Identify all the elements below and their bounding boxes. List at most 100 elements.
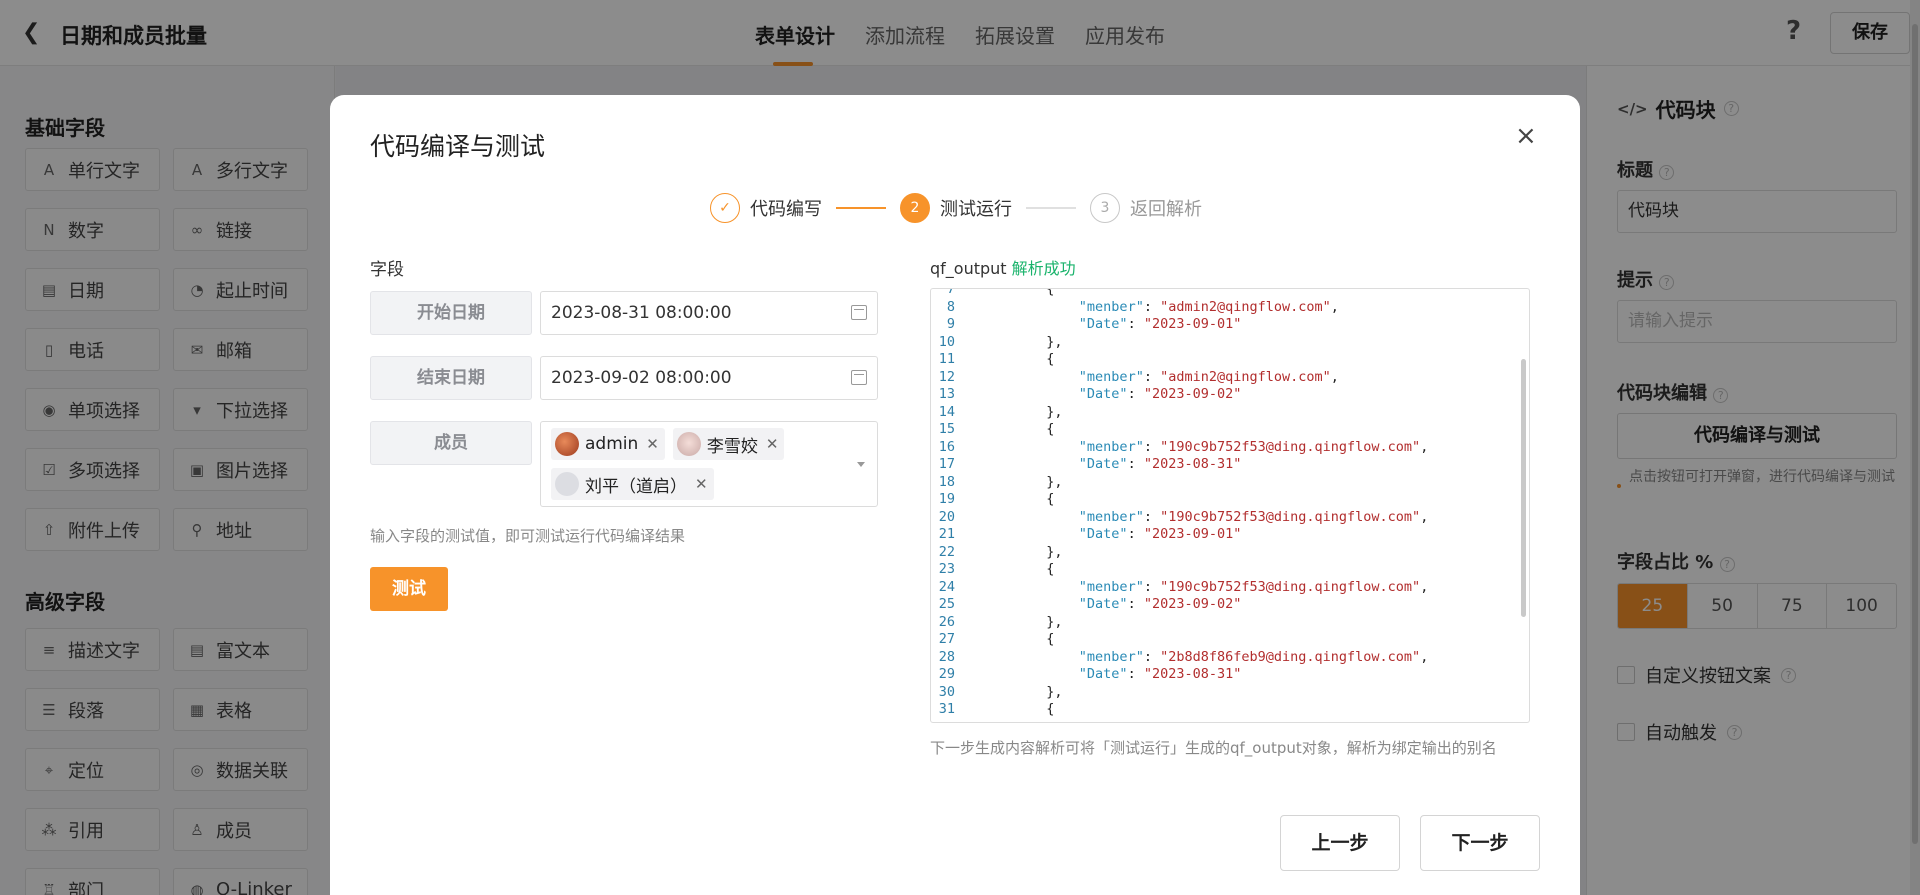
output-hint: 下一步生成内容解析可将「测试运行」生成的qf_output对象，解析为绑定输出的… <box>930 739 1497 757</box>
json-punct: : <box>1143 298 1161 315</box>
line-text: }, <box>965 613 1063 630</box>
line-text: "Date": "2023-09-02" <box>957 596 1242 614</box>
json-value: "admin2@qingflow.com" <box>1160 368 1331 385</box>
end-date-value: 2023-09-02 08:00:00 <box>551 368 732 388</box>
line-text: { <box>965 288 1055 297</box>
line-number: 29 <box>938 666 955 682</box>
line-number: 27 <box>938 631 955 647</box>
json-key: "Date" <box>1078 316 1128 332</box>
code-line: 11 { <box>931 351 1529 369</box>
line-text: "Date": "2023-08-31" <box>957 666 1242 684</box>
json-value: "2023-08-31" <box>1143 666 1242 682</box>
code-line: 8 "menber": "admin2@qingflow.com", <box>931 299 1529 317</box>
json-punct: : <box>1127 526 1144 542</box>
json-value: "2023-08-31" <box>1143 456 1242 472</box>
calendar-icon[interactable] <box>851 370 867 385</box>
json-key: "menber" <box>1078 438 1144 455</box>
line-number: 21 <box>938 526 955 542</box>
json-punct <box>965 316 1079 332</box>
remove-icon[interactable]: ✕ <box>766 435 779 453</box>
json-key: "Date" <box>1078 526 1128 542</box>
code-line: 12 "menber": "admin2@qingflow.com", <box>931 369 1529 387</box>
member-name: 李雪姣 <box>706 436 758 457</box>
line-number: 12 <box>938 368 955 385</box>
line-number: 28 <box>938 648 955 665</box>
end-date-input[interactable]: 2023-09-02 08:00:00 <box>540 356 878 400</box>
line-text: "menber": "admin2@qingflow.com", <box>957 369 1339 387</box>
json-key: "Date" <box>1078 596 1128 612</box>
step-return-parse: 3 返回解析 <box>1090 193 1202 223</box>
check-icon: ✓ <box>710 193 740 223</box>
calendar-icon[interactable] <box>851 305 867 320</box>
line-number: 26 <box>938 613 955 630</box>
parse-status: 解析成功 <box>1011 259 1076 278</box>
code-line: 27 { <box>931 631 1529 649</box>
member-name: admin <box>585 434 639 454</box>
json-punct: : <box>1127 666 1144 682</box>
step-code-write: ✓ 代码编写 <box>710 193 822 223</box>
chevron-down-icon[interactable] <box>857 462 865 467</box>
next-step-button[interactable]: 下一步 <box>1420 815 1540 871</box>
line-number: 22 <box>938 543 955 560</box>
line-text: "menber": "190c9b752f53@ding.qingflow.co… <box>957 508 1429 527</box>
line-text: { <box>965 561 1055 577</box>
step-label: 测试运行 <box>940 199 1012 220</box>
json-value: "190c9b752f53@ding.qingflow.com" <box>1160 438 1421 455</box>
line-text: "Date": "2023-08-31" <box>957 456 1242 474</box>
json-punct: : <box>1143 578 1161 595</box>
member-chips: admin ✕ 李雪姣 ✕ 刘平（道启） ✕ <box>551 428 841 500</box>
code-line: 10 }, <box>931 334 1529 352</box>
json-value: "2b8d8f86feb9@ding.qingflow.com" <box>1160 648 1421 665</box>
json-punct: : <box>1143 648 1161 665</box>
line-number: 30 <box>938 683 955 700</box>
code-line: 16 "menber": "190c9b752f53@ding.qingflow… <box>931 439 1529 457</box>
code-line: 14 }, <box>931 404 1529 422</box>
output-label: qf_output 解析成功 <box>930 255 1076 279</box>
line-number: 11 <box>938 351 955 367</box>
line-text: "menber": "2b8d8f86feb9@ding.qingflow.co… <box>957 648 1429 667</box>
json-value: "2023-09-02" <box>1143 596 1242 612</box>
step-test-run: 2 测试运行 <box>900 193 1012 223</box>
line-number: 10 <box>938 333 955 350</box>
start-date-input[interactable]: 2023-08-31 08:00:00 <box>540 291 878 335</box>
step-label: 代码编写 <box>750 199 822 220</box>
line-number: 20 <box>938 508 955 525</box>
code-line: 17 "Date": "2023-08-31" <box>931 456 1529 474</box>
close-icon[interactable]: × <box>1515 121 1537 151</box>
line-number: 19 <box>938 491 955 507</box>
members-field-name: 成员 <box>370 421 532 465</box>
code-line: 29 "Date": "2023-08-31" <box>931 666 1529 684</box>
avatar <box>555 432 579 456</box>
remove-icon[interactable]: ✕ <box>695 475 708 493</box>
json-key: "menber" <box>1078 578 1144 595</box>
members-select[interactable]: admin ✕ 李雪姣 ✕ 刘平（道启） ✕ <box>540 421 878 507</box>
code-output-viewer[interactable]: 7 {8 "menber": "admin2@qingflow.com", 9 "… <box>930 288 1530 723</box>
code-line: 9 "Date": "2023-09-01" <box>931 316 1529 334</box>
json-punct <box>965 526 1079 542</box>
line-text: }, <box>965 543 1063 560</box>
json-punct: : <box>1143 508 1161 525</box>
code-line: 26 }, <box>931 614 1529 632</box>
members-row: 成员 admin ✕ 李雪姣 ✕ 刘平（道启） ✕ <box>370 421 878 507</box>
code-line: 31 { <box>931 701 1529 719</box>
remove-icon[interactable]: ✕ <box>646 435 659 453</box>
start-date-value: 2023-08-31 08:00:00 <box>551 303 732 323</box>
line-text: "Date": "2023-09-01" <box>957 316 1242 334</box>
member-chip: 李雪姣 ✕ <box>672 428 785 460</box>
json-punct: , <box>1420 648 1429 665</box>
json-value: "2023-09-01" <box>1143 526 1242 542</box>
code-scrollbar[interactable] <box>1521 359 1526 617</box>
line-text: "Date": "2023-09-01" <box>957 526 1242 544</box>
code-line: 28 "menber": "2b8d8f86feb9@ding.qingflow… <box>931 649 1529 667</box>
json-punct <box>965 666 1079 682</box>
step-number: 3 <box>1090 193 1120 223</box>
json-key: "Date" <box>1078 456 1128 472</box>
step-connector <box>1026 207 1076 209</box>
json-punct <box>965 579 1079 595</box>
json-value: "2023-09-01" <box>1143 316 1242 332</box>
json-punct: : <box>1127 596 1144 612</box>
test-button[interactable]: 测试 <box>370 567 448 611</box>
code-line: 21 "Date": "2023-09-01" <box>931 526 1529 544</box>
prev-step-button[interactable]: 上一步 <box>1280 815 1400 871</box>
json-key: "menber" <box>1078 298 1144 315</box>
